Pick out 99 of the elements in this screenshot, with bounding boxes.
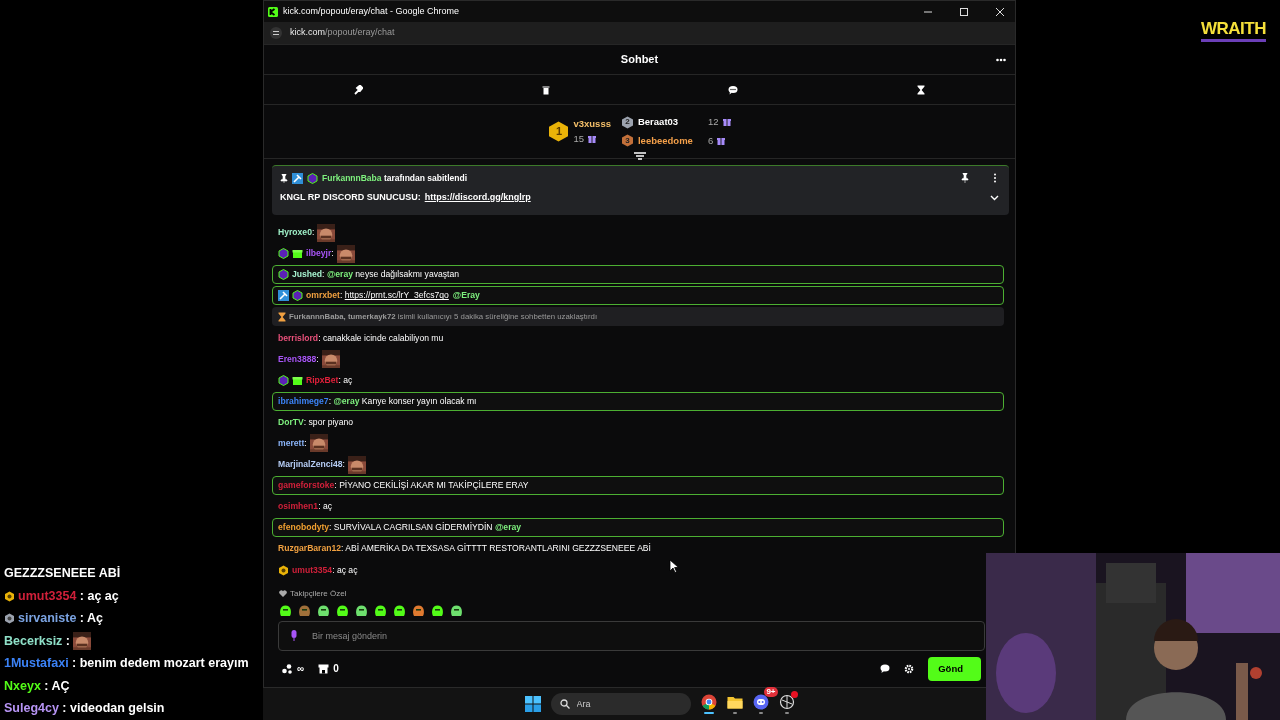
link[interactable]: https://discord.gg/knglrp (424, 190, 531, 205)
gift-count: 15 (573, 131, 585, 146)
subscriber-badge-icon (278, 374, 289, 386)
folder-icon[interactable] (726, 694, 743, 710)
gift-count: 12 (707, 115, 719, 130)
chat-message: Suleg4cy : videodan gelsin (4, 700, 165, 718)
emote-icon[interactable] (374, 603, 387, 617)
chat-bubble-icon[interactable] (728, 84, 739, 95)
chat-message: sirvaniste : Aç (18, 610, 103, 628)
more-icon[interactable] (996, 58, 1006, 62)
link[interactable]: https://prnt.sc/lrY_3efcs7qo (344, 290, 449, 301)
chat-app-icon[interactable] (752, 694, 769, 710)
chat-message: Hyroxe0: (278, 226, 315, 239)
chat-message: gameforstoke: PİYANO CEKİLİŞİ AKAR MI TAKİPÇİLERE ERAY (278, 479, 529, 493)
store-count: 0 (333, 662, 339, 677)
shield-badge-icon (4, 613, 15, 625)
emote-icon[interactable] (317, 603, 330, 617)
hammer-icon[interactable] (352, 84, 363, 95)
trash-icon[interactable] (540, 84, 551, 95)
subscriber-badge-icon (307, 172, 318, 184)
chat-title: Sohbet (620, 52, 659, 68)
subscriber-badge-icon (292, 290, 303, 302)
store-icon[interactable] (318, 663, 330, 674)
points-icon[interactable] (282, 663, 293, 674)
hourglass-icon (278, 311, 286, 322)
shield-badge-icon (4, 590, 15, 602)
pin-icon[interactable] (961, 173, 969, 184)
gift-icon (588, 134, 597, 143)
chat-message: Becerksiz : (4, 632, 70, 650)
gift-count: 6 (707, 133, 714, 148)
emote-icon[interactable] (393, 603, 406, 617)
leaderboard-name: Beraat03 (637, 115, 680, 130)
subscriber-badge-icon (278, 248, 289, 260)
hourglass-icon[interactable] (916, 84, 927, 95)
hammer-badge-icon (278, 290, 289, 302)
logo: WRAITH (1201, 20, 1266, 42)
chat-message: Nxeyx : AÇ (4, 677, 70, 695)
settings-icon[interactable] (904, 663, 915, 674)
gift-icon (292, 374, 303, 386)
chat-message: MarjinalZenci48: (278, 458, 345, 471)
chat-message: DorTV: spor piyano (278, 415, 353, 429)
emote-icon[interactable] (279, 603, 292, 617)
chat-bubble-icon[interactable] (880, 664, 891, 674)
emote-section-label: Takipçilere Özel (290, 587, 347, 600)
chat-message: omrxbet: https://prnt.sc/lrY_3efcs7qo @Eray (306, 289, 480, 303)
chat-message: umut3354 : aç aç (18, 587, 119, 605)
pinned-text: KNGL RP DISCORD SUNUCUSU: (280, 190, 421, 204)
site-icon (268, 6, 278, 17)
microphone-icon[interactable] (290, 629, 298, 642)
scroll-down-icon[interactable] (634, 152, 646, 161)
leaderboard-name: leebeedome (637, 133, 694, 148)
search-field[interactable]: Ara (550, 693, 691, 715)
chat-message: ibrahimege7: @eray Kanye konser yayın olacak mı (278, 394, 477, 408)
emote-icon[interactable] (412, 603, 425, 617)
browser-icon[interactable] (700, 694, 717, 710)
chat-message: merett: (278, 437, 307, 450)
emote-icon[interactable] (431, 603, 444, 617)
search-icon (559, 699, 570, 709)
kebab-menu-icon[interactable] (993, 173, 997, 184)
pinned-by-text: FurkannnBaba tarafından sabitlendi (322, 172, 468, 185)
start-icon[interactable] (524, 696, 541, 712)
chat-message: Jushed: @eray neyse dağılsakmı yavaştan (292, 268, 459, 282)
chat-message: berrislord: canakkale icinde calabiliyon mu (278, 331, 444, 345)
shield-badge-icon (278, 564, 289, 576)
rank-medal: 2 (620, 115, 634, 129)
chat-message: Eren3888: (278, 352, 319, 366)
chat-message: osimhen1: aç (278, 500, 332, 514)
gift-icon (722, 118, 731, 127)
emote-icon[interactable] (336, 603, 349, 617)
message-input[interactable]: Bir mesaj gönderin (278, 620, 985, 651)
rank-medal: 3 (620, 134, 634, 148)
chat-message: RipxBet: aç (306, 373, 353, 387)
notification-badge: 9+ (764, 687, 778, 697)
chat-message: ilbeyjr: (306, 247, 334, 261)
chat-message: umut3354: aç aç (292, 563, 358, 577)
subscriber-badge-icon (278, 269, 289, 281)
chevron-down-icon[interactable] (990, 194, 999, 201)
window-title: kick.com/popout/eray/chat - Google Chrome (283, 4, 461, 18)
address-text[interactable]: kick.com/popout/eray/chat (290, 26, 395, 40)
emote-icon[interactable] (355, 603, 368, 617)
send-button[interactable]: Gönd (928, 656, 981, 681)
emote-icon[interactable] (450, 603, 463, 617)
pin-icon (280, 173, 288, 183)
mouse-cursor-icon (669, 559, 679, 573)
chat-message: RuzgarBaran12: ABİ AMERİKA DA TEXSASA GİTTTT RESTORANTLARINI GEZZZSENEEE ABİ (278, 542, 651, 556)
hammer-badge-icon (292, 172, 303, 184)
app-icon[interactable] (778, 694, 795, 710)
maximize-icon[interactable] (957, 5, 970, 18)
chat-message: GEZZZSENEEE ABİ (4, 565, 121, 583)
gift-icon (292, 248, 303, 260)
gift-icon (717, 136, 726, 145)
rank-medal: 1 (548, 121, 570, 142)
leaderboard-name: v3xusss (573, 117, 611, 132)
heart-icon (279, 590, 287, 598)
chat-message: efenobodyty: SURVİVALA CAGRILSAN GİDERMİYDİN @eray (278, 521, 522, 535)
points-value: ∞ (297, 662, 305, 677)
chat-message: 1Mustafaxi : benim dedem mozart erayım (4, 655, 249, 673)
site-settings-icon[interactable] (270, 27, 282, 39)
close-icon[interactable] (993, 5, 1006, 18)
